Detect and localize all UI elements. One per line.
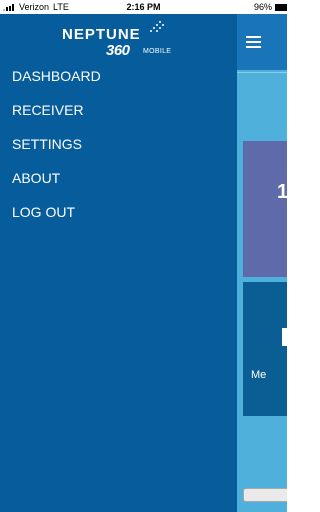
menu-item-log-out[interactable]: LOG OUT	[12, 203, 101, 237]
hamburger-menu-icon[interactable]	[246, 36, 261, 48]
battery-icon	[275, 3, 287, 11]
menu-item-receiver[interactable]: RECEIVER	[12, 101, 101, 135]
logo-edition: MOBILE	[143, 48, 172, 55]
dashboard-card-meters[interactable]: Me	[243, 282, 287, 416]
neptune-logo-dots-icon	[150, 21, 164, 32]
neptune-360-logo: NEPTUNE 360 MOBILE	[62, 20, 202, 64]
header-divider	[237, 72, 287, 73]
app-header	[237, 14, 287, 70]
bottom-button[interactable]	[243, 488, 287, 502]
menu-item-settings[interactable]: SETTINGS	[12, 135, 101, 169]
logo-brand: NEPTUNE	[62, 26, 141, 43]
drawer-menu: DASHBOARD RECEIVER SETTINGS ABOUT LOG OU…	[12, 67, 101, 237]
battery-percent: 96%	[253, 2, 272, 12]
card-count-box	[282, 328, 287, 346]
card-value: 1	[277, 181, 287, 203]
logo-version: 360	[106, 42, 130, 59]
card-label: Me	[251, 369, 267, 381]
menu-item-about[interactable]: ABOUT	[12, 169, 101, 203]
menu-item-dashboard[interactable]: DASHBOARD	[12, 67, 101, 101]
app-background-screen[interactable]: 1 Me	[237, 14, 287, 512]
status-bar: Verizon LTE 2:16 PM 96%	[0, 0, 287, 14]
battery-info: 96%	[254, 2, 287, 12]
navigation-drawer: NEPTUNE 360 MOBILE DASHBOARD RECEIVER SE…	[0, 14, 237, 512]
dashboard-card-summary[interactable]: 1	[243, 141, 287, 277]
status-time: 2:16 PM	[126, 2, 161, 12]
